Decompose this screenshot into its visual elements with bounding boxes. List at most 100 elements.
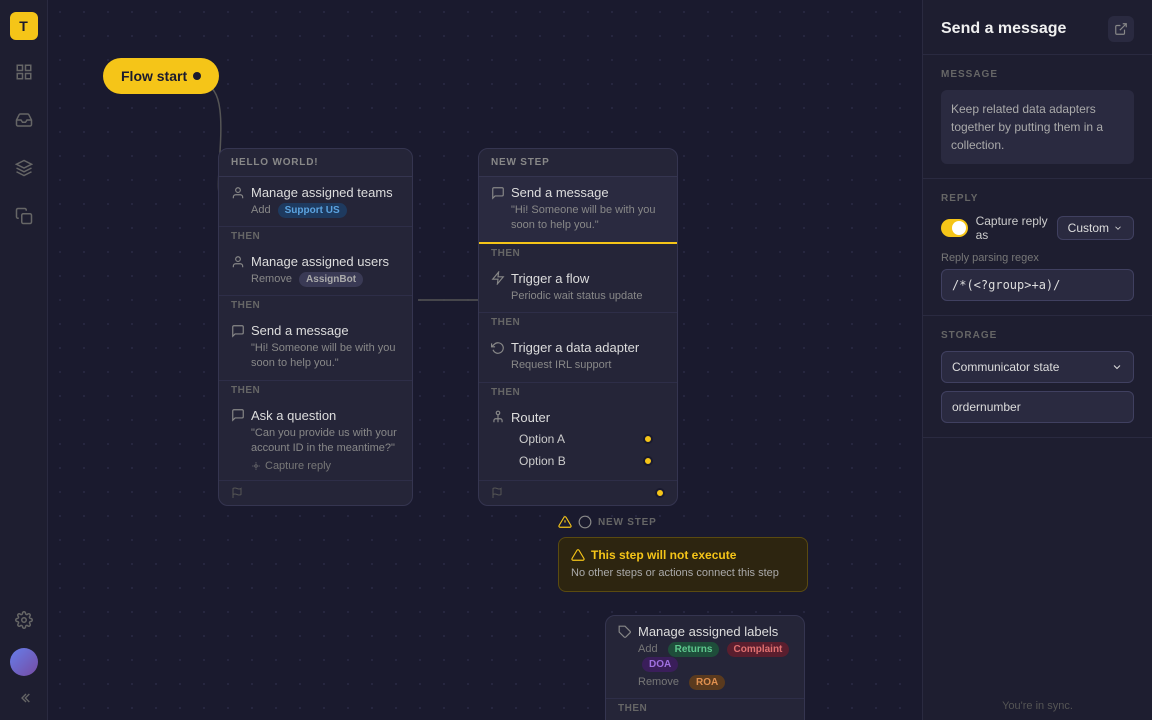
capture-icon <box>251 461 261 471</box>
manage-teams-item[interactable]: Manage assigned teams Add Support US <box>219 177 412 227</box>
chevron-down-storage-icon <box>1111 361 1123 373</box>
doa-badge: DOA <box>642 657 678 672</box>
user-avatar[interactable] <box>10 648 38 676</box>
manage-users-title: Manage assigned users <box>251 254 389 269</box>
send-message-item-1[interactable]: Send a message "Hi! Someone will be with… <box>219 315 412 381</box>
help-icon <box>231 408 245 422</box>
sidebar-nav-inbox[interactable] <box>8 104 40 136</box>
then-label-1: THEN <box>219 227 412 246</box>
trigger-flow-title: Trigger a flow <box>511 271 589 286</box>
bottom-warning-area: NEW STEP This step will not execute No o… <box>558 515 808 592</box>
trigger-flow-item[interactable]: Trigger a flow Periodic wait status upda… <box>479 263 677 313</box>
right-panel: Send a message MESSAGE Keep related data… <box>922 0 1152 720</box>
sidebar-nav-grid[interactable] <box>8 56 40 88</box>
sidebar-nav-layers[interactable] <box>8 152 40 184</box>
manage-labels-item[interactable]: Manage assigned labels Add Returns Compl… <box>606 616 804 699</box>
bottom-step-card: Manage assigned labels Add Returns Compl… <box>605 615 805 720</box>
ask-question-item[interactable]: Ask a question "Can you provide us with … <box>219 400 412 481</box>
card2-header: NEW STEP <box>479 149 677 177</box>
trigger-flow-desc: Periodic wait status update <box>491 289 665 304</box>
regex-section: Reply parsing regex /*(<?group>+a)/ <box>941 252 1134 301</box>
send-message-desc-active: "Hi! Someone will be with you soon to he… <box>491 203 665 234</box>
then-label-2: THEN <box>219 296 412 315</box>
then-2-3: THEN <box>479 383 677 402</box>
storage-key-input[interactable]: ordernumber <box>941 391 1134 423</box>
router-option-a[interactable]: Option A <box>491 428 665 450</box>
storage-dropdown[interactable]: Communicator state <box>941 351 1134 383</box>
then-2-2: THEN <box>479 313 677 332</box>
card1-flag <box>219 481 412 505</box>
card1-header: HELLO WORLD! <box>219 149 412 177</box>
router-icon <box>491 410 505 424</box>
sync-area: You're in sync. <box>923 692 1152 720</box>
hello-world-card: HELLO WORLD! Manage assigned teams Add S… <box>218 148 413 506</box>
zap-icon <box>491 271 505 285</box>
user-icon-2 <box>231 255 245 269</box>
manage-users-action: Remove <box>251 273 292 285</box>
roa-badge: ROA <box>689 675 725 690</box>
capture-reply-toggle[interactable] <box>941 219 968 237</box>
manage-teams-action: Add <box>251 204 271 216</box>
app-logo[interactable]: T <box>10 12 38 40</box>
refresh-icon <box>491 341 505 355</box>
ask-question-desc: "Can you provide us with your account ID… <box>231 426 400 457</box>
then-label-3: THEN <box>219 381 412 400</box>
router-item[interactable]: Router Option A Option B <box>479 402 677 481</box>
sidebar-settings[interactable] <box>8 604 40 636</box>
chevron-down-icon <box>1113 223 1123 233</box>
option-b-label: Option B <box>519 454 566 468</box>
warning-icon <box>571 548 585 562</box>
warning-title-text: This step will not execute <box>591 548 736 562</box>
warning-desc-text: No other steps or actions connect this s… <box>571 566 795 581</box>
send-message-desc-1: "Hi! Someone will be with you soon to he… <box>231 341 400 372</box>
sync-label: You're in sync. <box>923 692 1152 720</box>
card2-bottom-connector <box>655 488 665 498</box>
new-step-header-2: NEW STEP <box>598 517 657 528</box>
reply-section-title: REPLY <box>941 193 1134 204</box>
trigger-adapter-desc: Request IRL support <box>491 358 665 373</box>
ask-question-title: Ask a question <box>251 408 336 423</box>
message-icon-active <box>491 186 505 200</box>
send-message-title-active: Send a message <box>511 185 609 200</box>
card2-footer <box>479 481 677 505</box>
sidebar-nav-copy[interactable] <box>8 200 40 232</box>
warning-card: This step will not execute No other step… <box>558 537 808 592</box>
send-message-title-1: Send a message <box>251 323 349 338</box>
storage-dropdown-label: Communicator state <box>952 360 1059 374</box>
message-section-title: MESSAGE <box>941 69 1134 80</box>
send-message-active[interactable]: Send a message "Hi! Someone will be with… <box>479 177 677 244</box>
manage-labels-title: Manage assigned labels <box>638 624 778 639</box>
capture-reply-label-panel: Capture reply as <box>976 214 1049 242</box>
tag-icon <box>618 625 632 639</box>
message-box[interactable]: Keep related data adapters together by p… <box>941 90 1134 164</box>
flow-start-label: Flow start <box>121 68 187 84</box>
option-a-connector <box>643 434 653 444</box>
message-section: MESSAGE Keep related data adapters toget… <box>923 55 1152 179</box>
trigger-adapter-item[interactable]: Trigger a data adapter Request IRL suppo… <box>479 332 677 382</box>
flow-start-button[interactable]: Flow start <box>103 58 219 94</box>
warning-triangle-icon <box>558 515 572 529</box>
router-option-b[interactable]: Option B <box>491 450 665 472</box>
panel-icon-button[interactable] <box>1108 16 1134 42</box>
option-b-connector <box>643 456 653 466</box>
regex-input[interactable]: /*(<?group>+a)/ <box>941 269 1134 301</box>
router-title: Router <box>511 410 550 425</box>
new-step-card: NEW STEP Send a message "Hi! Someone wil… <box>478 148 678 506</box>
manage-teams-title: Manage assigned teams <box>251 185 393 200</box>
option-a-label: Option A <box>519 432 565 446</box>
circle-icon <box>578 515 592 529</box>
trigger-adapter-title: Trigger a data adapter <box>511 340 639 355</box>
flow-canvas: Flow start HELLO WORLD! Manage assigned … <box>48 0 922 720</box>
support-us-badge: Support US <box>278 203 347 218</box>
regex-label: Reply parsing regex <box>941 252 1134 264</box>
panel-title: Send a message <box>941 20 1066 38</box>
collapse-sidebar-button[interactable] <box>14 688 34 708</box>
panel-header: Send a message <box>923 0 1152 55</box>
capture-type-dropdown[interactable]: Custom <box>1057 216 1134 240</box>
storage-section-title: STORAGE <box>941 330 1134 341</box>
capture-reply-row: Capture reply as Custom <box>941 214 1134 242</box>
manage-users-item[interactable]: Manage assigned users Remove AssignBot <box>219 246 412 296</box>
then-2-1: THEN <box>479 244 677 263</box>
assignbot-badge: AssignBot <box>299 272 363 287</box>
external-link-icon <box>1114 22 1128 36</box>
